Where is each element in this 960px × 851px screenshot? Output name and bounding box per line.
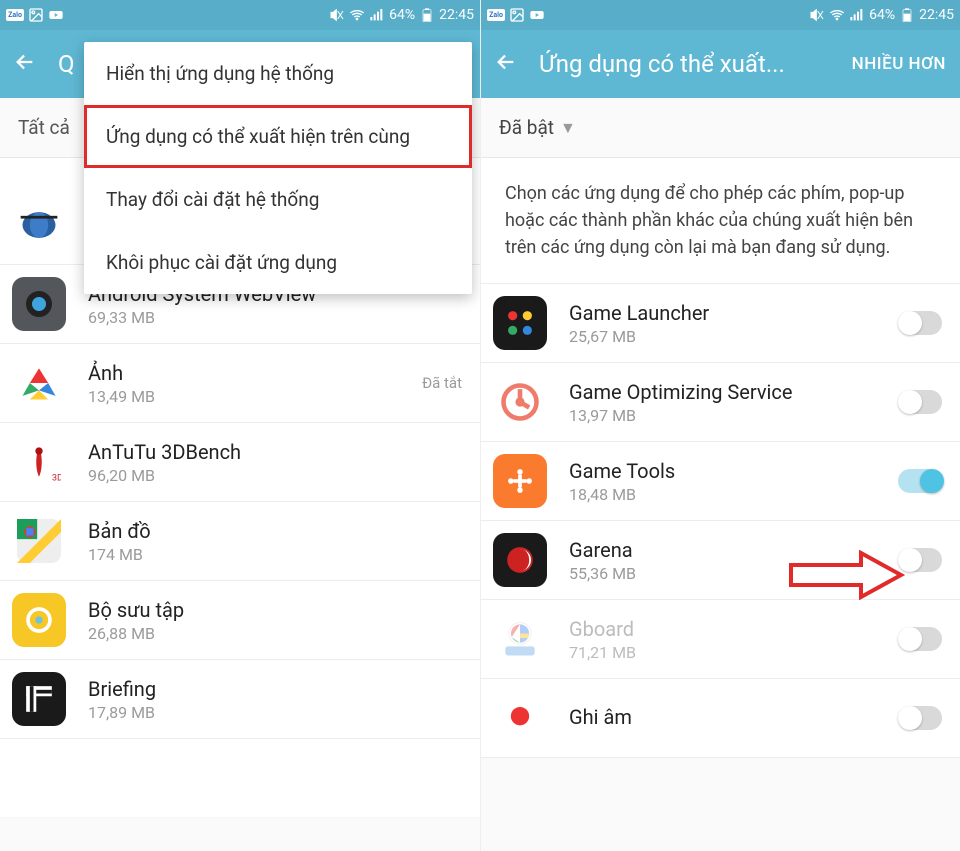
app-icon (12, 277, 66, 331)
app-icon: 3D (12, 435, 66, 489)
signal-icon (849, 7, 865, 23)
status-bar: Zalo 64% 22:45 (0, 0, 480, 30)
app-icon (12, 593, 66, 647)
app-size: 69,33 MB (88, 308, 462, 327)
app-size: 13,49 MB (88, 387, 422, 406)
app-icon (493, 375, 547, 429)
list-item[interactable]: Bản đồ 174 MB (0, 502, 480, 581)
list-item[interactable]: Gboard 71,21 MB (481, 600, 960, 679)
app-name: Ghi âm (569, 705, 890, 729)
toggle-switch[interactable] (898, 390, 942, 414)
zalo-icon: Zalo (6, 9, 24, 21)
filter-dropdown[interactable]: Đã bật ▼ (481, 98, 960, 158)
app-name: Bản đồ (88, 519, 462, 543)
battery-text: 64% (869, 7, 895, 23)
youtube-icon (48, 7, 64, 23)
youtube-icon (529, 7, 545, 23)
app-bar-title: Ứng dụng có thể xuất... (539, 50, 830, 78)
overflow-menu: Hiển thị ứng dụng hệ thống Ứng dụng có t… (84, 42, 472, 294)
back-icon[interactable] (14, 51, 36, 77)
app-bar: Ứng dụng có thể xuất... NHIỀU HƠN (481, 30, 960, 98)
app-size: 17,89 MB (88, 703, 462, 722)
more-button[interactable]: NHIỀU HƠN (852, 54, 946, 74)
wifi-icon (829, 7, 845, 23)
app-name: Game Launcher (569, 301, 890, 325)
list-item[interactable]: Briefing 17,89 MB (0, 660, 480, 739)
app-name: Briefing (88, 677, 462, 701)
clock-text: 22:45 (439, 7, 474, 23)
app-icon (12, 672, 66, 726)
menu-item-modify-settings[interactable]: Thay đổi cài đặt hệ thống (84, 168, 472, 231)
list-item[interactable]: Ghi âm (481, 679, 960, 758)
app-size: 174 MB (88, 545, 462, 564)
list-item[interactable]: Game Optimizing Service 13,97 MB (481, 363, 960, 442)
status-bar: Zalo 64% 22:45 (481, 0, 960, 30)
app-list: Game Launcher 25,67 MB Game Optimizing S… (481, 284, 960, 758)
battery-text: 64% (389, 7, 415, 23)
app-icon (493, 533, 547, 587)
menu-item-show-system[interactable]: Hiển thị ứng dụng hệ thống (84, 42, 472, 105)
zalo-icon: Zalo (487, 9, 505, 21)
app-icon (493, 612, 547, 666)
list-item[interactable]: Bộ sưu tập 26,88 MB (0, 581, 480, 660)
toggle-switch[interactable] (898, 627, 942, 651)
wifi-icon (349, 7, 365, 23)
app-icon (12, 751, 66, 805)
app-icon (493, 691, 547, 745)
right-screenshot: Zalo 64% 22:45 Ứng dụng có thể xuất... N… (480, 0, 960, 851)
mute-icon (809, 7, 825, 23)
app-icon (12, 514, 66, 568)
list-item[interactable]: 3D AnTuTu 3DBench 96,20 MB (0, 423, 480, 502)
list-item[interactable] (0, 739, 480, 818)
app-status: Đã tắt (422, 374, 462, 392)
app-size: 26,88 MB (88, 624, 462, 643)
list-item[interactable]: Game Tools 18,48 MB (481, 442, 960, 521)
filter-label: Tất cả (18, 116, 70, 139)
battery-icon (899, 7, 915, 23)
menu-item-reset-prefs[interactable]: Khôi phục cài đặt ứng dụng (84, 231, 472, 294)
list-item[interactable]: Game Launcher 25,67 MB (481, 284, 960, 363)
signal-icon (369, 7, 385, 23)
app-name: Gboard (569, 617, 890, 641)
app-icon (493, 296, 547, 350)
clock-text: 22:45 (919, 7, 954, 23)
chevron-down-icon: ▼ (560, 118, 576, 138)
app-icon (493, 454, 547, 508)
left-screenshot: Zalo 64% 22:45 Q Tất cả (0, 0, 480, 851)
app-name: Game Tools (569, 459, 890, 483)
app-name: Game Optimizing Service (569, 380, 890, 404)
list-item[interactable]: Ảnh 13,49 MB Đã tắt (0, 344, 480, 423)
app-name: Bộ sưu tập (88, 598, 462, 622)
filter-label: Đã bật (499, 116, 554, 139)
annotation-arrow (786, 550, 906, 604)
app-name: Ảnh (88, 361, 422, 385)
image-icon (28, 7, 44, 23)
back-icon[interactable] (495, 51, 517, 77)
mute-icon (329, 7, 345, 23)
svg-text:3D: 3D (52, 473, 61, 483)
description-text: Chọn các ứng dụng để cho phép các phím, … (481, 158, 960, 284)
image-icon (509, 7, 525, 23)
app-icon (12, 356, 66, 410)
toggle-switch[interactable] (898, 311, 942, 335)
app-name: AnTuTu 3DBench (88, 440, 462, 464)
toggle-switch[interactable] (898, 706, 942, 730)
app-size: 71,21 MB (569, 643, 890, 662)
app-size: 96,20 MB (88, 466, 462, 485)
app-icon (12, 198, 66, 252)
app-size: 13,97 MB (569, 406, 890, 425)
battery-icon (419, 7, 435, 23)
menu-item-draw-over-apps[interactable]: Ứng dụng có thể xuất hiện trên cùng (84, 105, 472, 168)
app-size: 25,67 MB (569, 327, 890, 346)
app-size: 18,48 MB (569, 485, 890, 504)
toggle-switch[interactable] (898, 469, 942, 493)
